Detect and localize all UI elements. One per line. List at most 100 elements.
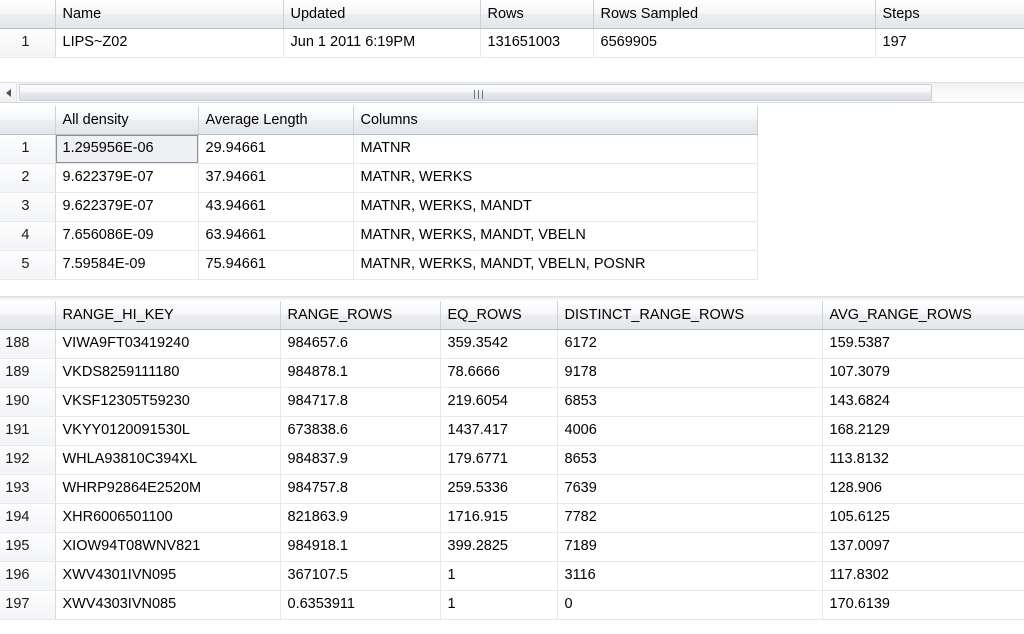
table-row[interactable]: 1 1.295956E-06 29.94661 MATNR [0,134,758,164]
row-number[interactable]: 4 [0,221,56,251]
column-header-rows-sampled[interactable]: Rows Sampled [593,0,876,29]
table-row[interactable]: 191 VKYY0120091530L 673838.6 1437.417 40… [0,416,1024,446]
column-header-steps[interactable]: Steps [875,0,1024,29]
cell-range-hi-key[interactable]: VKSF12305T59230 [55,387,281,417]
cell-distinct-range-rows[interactable]: 4006 [557,416,823,446]
cell-all-density[interactable]: 1.295956E-06 [55,134,199,164]
row-number[interactable]: 5 [0,250,56,280]
cell-average-length[interactable]: 37.94661 [198,163,354,193]
cell-eq-rows[interactable]: 259.5336 [440,474,558,504]
row-number[interactable]: 2 [0,163,56,193]
cell-eq-rows[interactable]: 78.6666 [440,358,558,388]
cell-range-rows[interactable]: 984878.1 [280,358,441,388]
cell-avg-range-rows[interactable]: 159.5387 [822,329,1024,359]
cell-avg-range-rows[interactable]: 137.0097 [822,532,1024,562]
row-number[interactable]: 193 [0,474,56,504]
row-number[interactable]: 196 [0,561,56,591]
cell-distinct-range-rows[interactable]: 3116 [557,561,823,591]
cell-range-rows[interactable]: 984837.9 [280,445,441,475]
cell-average-length[interactable]: 75.94661 [198,250,354,280]
column-header-name[interactable]: Name [55,0,284,29]
table-row[interactable]: 1 LIPS~Z02 Jun 1 2011 6:19PM 131651003 6… [0,28,1024,58]
cell-range-rows[interactable]: 984918.1 [280,532,441,562]
select-all-corner[interactable] [0,301,56,330]
grid-histogram-steps[interactable]: RANGE_HI_KEY RANGE_ROWS EQ_ROWS DISTINCT… [0,301,1024,634]
cell-rows-sampled[interactable]: 6569905 [593,28,876,58]
cell-avg-range-rows[interactable]: 107.3079 [822,358,1024,388]
grid-statistics-header[interactable]: Name Updated Rows Rows Sampled Steps 1 L… [0,0,1024,77]
cell-columns[interactable]: MATNR, WERKS, MANDT, VBELN, POSNR [353,250,758,280]
table-row[interactable]: 195 XIOW94T08WNV821 984918.1 399.2825 71… [0,532,1024,562]
cell-range-hi-key[interactable]: XWV4303IVN085 [55,590,281,620]
cell-eq-rows[interactable]: 219.6054 [440,387,558,417]
scrollbar-thumb[interactable] [19,84,932,101]
column-header-avg-range-rows[interactable]: AVG_RANGE_ROWS [822,301,1024,330]
cell-range-hi-key[interactable]: VKYY0120091530L [55,416,281,446]
cell-distinct-range-rows[interactable]: 7782 [557,503,823,533]
table-row[interactable]: 5 7.59584E-09 75.94661 MATNR, WERKS, MAN… [0,250,758,280]
cell-columns[interactable]: MATNR, WERKS [353,163,758,193]
cell-distinct-range-rows[interactable]: 7639 [557,474,823,504]
grid-density-vector[interactable]: All density Average Length Columns 1 1.2… [0,106,758,292]
cell-avg-range-rows[interactable]: 168.2129 [822,416,1024,446]
select-all-corner[interactable] [0,0,56,29]
cell-eq-rows[interactable]: 1 [440,561,558,591]
cell-range-hi-key[interactable]: WHRP92864E2520M [55,474,281,504]
table-row[interactable]: 197 XWV4303IVN085 0.6353911 1 0 170.6139 [0,590,1024,620]
table-row[interactable]: 189 VKDS8259111180 984878.1 78.6666 9178… [0,358,1024,388]
cell-all-density[interactable]: 7.59584E-09 [55,250,199,280]
cell-eq-rows[interactable]: 1437.417 [440,416,558,446]
row-number[interactable]: 1 [0,28,56,58]
row-number[interactable]: 191 [0,416,56,446]
cell-range-hi-key[interactable]: VIWA9FT03419240 [55,329,281,359]
cell-columns[interactable]: MATNR, WERKS, MANDT [353,192,758,222]
cell-avg-range-rows[interactable]: 113.8132 [822,445,1024,475]
cell-distinct-range-rows[interactable]: 7189 [557,532,823,562]
table-row[interactable]: 196 XWV4301IVN095 367107.5 1 3116 117.83… [0,561,1024,591]
cell-eq-rows[interactable]: 1 [440,590,558,620]
column-header-average-length[interactable]: Average Length [198,106,354,135]
column-header-eq-rows[interactable]: EQ_ROWS [440,301,558,330]
cell-all-density[interactable]: 9.622379E-07 [55,163,199,193]
column-header-range-hi-key[interactable]: RANGE_HI_KEY [55,301,281,330]
row-number[interactable]: 195 [0,532,56,562]
cell-eq-rows[interactable]: 1716.915 [440,503,558,533]
table-row[interactable]: 190 VKSF12305T59230 984717.8 219.6054 68… [0,387,1024,417]
cell-all-density[interactable]: 9.622379E-07 [55,192,199,222]
cell-avg-range-rows[interactable]: 105.6125 [822,503,1024,533]
cell-range-rows[interactable]: 984757.8 [280,474,441,504]
cell-average-length[interactable]: 63.94661 [198,221,354,251]
cell-range-hi-key[interactable]: VKDS8259111180 [55,358,281,388]
row-number[interactable]: 1 [0,134,56,164]
cell-range-rows[interactable]: 0.6353911 [280,590,441,620]
cell-distinct-range-rows[interactable]: 9178 [557,358,823,388]
cell-distinct-range-rows[interactable]: 6853 [557,387,823,417]
row-number[interactable]: 189 [0,358,56,388]
cell-columns[interactable]: MATNR [353,134,758,164]
table-row[interactable]: 188 VIWA9FT03419240 984657.6 359.3542 61… [0,329,1024,359]
cell-updated[interactable]: Jun 1 2011 6:19PM [283,28,481,58]
cell-range-hi-key[interactable]: XIOW94T08WNV821 [55,532,281,562]
select-all-corner[interactable] [0,106,56,135]
cell-columns[interactable]: MATNR, WERKS, MANDT, VBELN [353,221,758,251]
cell-eq-rows[interactable]: 179.6771 [440,445,558,475]
table-row[interactable]: 4 7.656086E-09 63.94661 MATNR, WERKS, MA… [0,221,758,251]
cell-range-rows[interactable]: 821863.9 [280,503,441,533]
cell-avg-range-rows[interactable]: 143.6824 [822,387,1024,417]
row-number[interactable]: 3 [0,192,56,222]
cell-rows[interactable]: 131651003 [480,28,594,58]
table-row[interactable]: 3 9.622379E-07 43.94661 MATNR, WERKS, MA… [0,192,758,222]
cell-all-density[interactable]: 7.656086E-09 [55,221,199,251]
column-header-rows[interactable]: Rows [480,0,594,29]
row-number[interactable]: 192 [0,445,56,475]
cell-eq-rows[interactable]: 359.3542 [440,329,558,359]
cell-average-length[interactable]: 43.94661 [198,192,354,222]
row-number[interactable]: 188 [0,329,56,359]
scroll-left-arrow-icon[interactable] [0,83,17,102]
row-number[interactable]: 197 [0,590,56,620]
cell-avg-range-rows[interactable]: 170.6139 [822,590,1024,620]
cell-range-rows[interactable]: 367107.5 [280,561,441,591]
cell-eq-rows[interactable]: 399.2825 [440,532,558,562]
cell-range-rows[interactable]: 984657.6 [280,329,441,359]
table-row[interactable]: 194 XHR6006501100 821863.9 1716.915 7782… [0,503,1024,533]
